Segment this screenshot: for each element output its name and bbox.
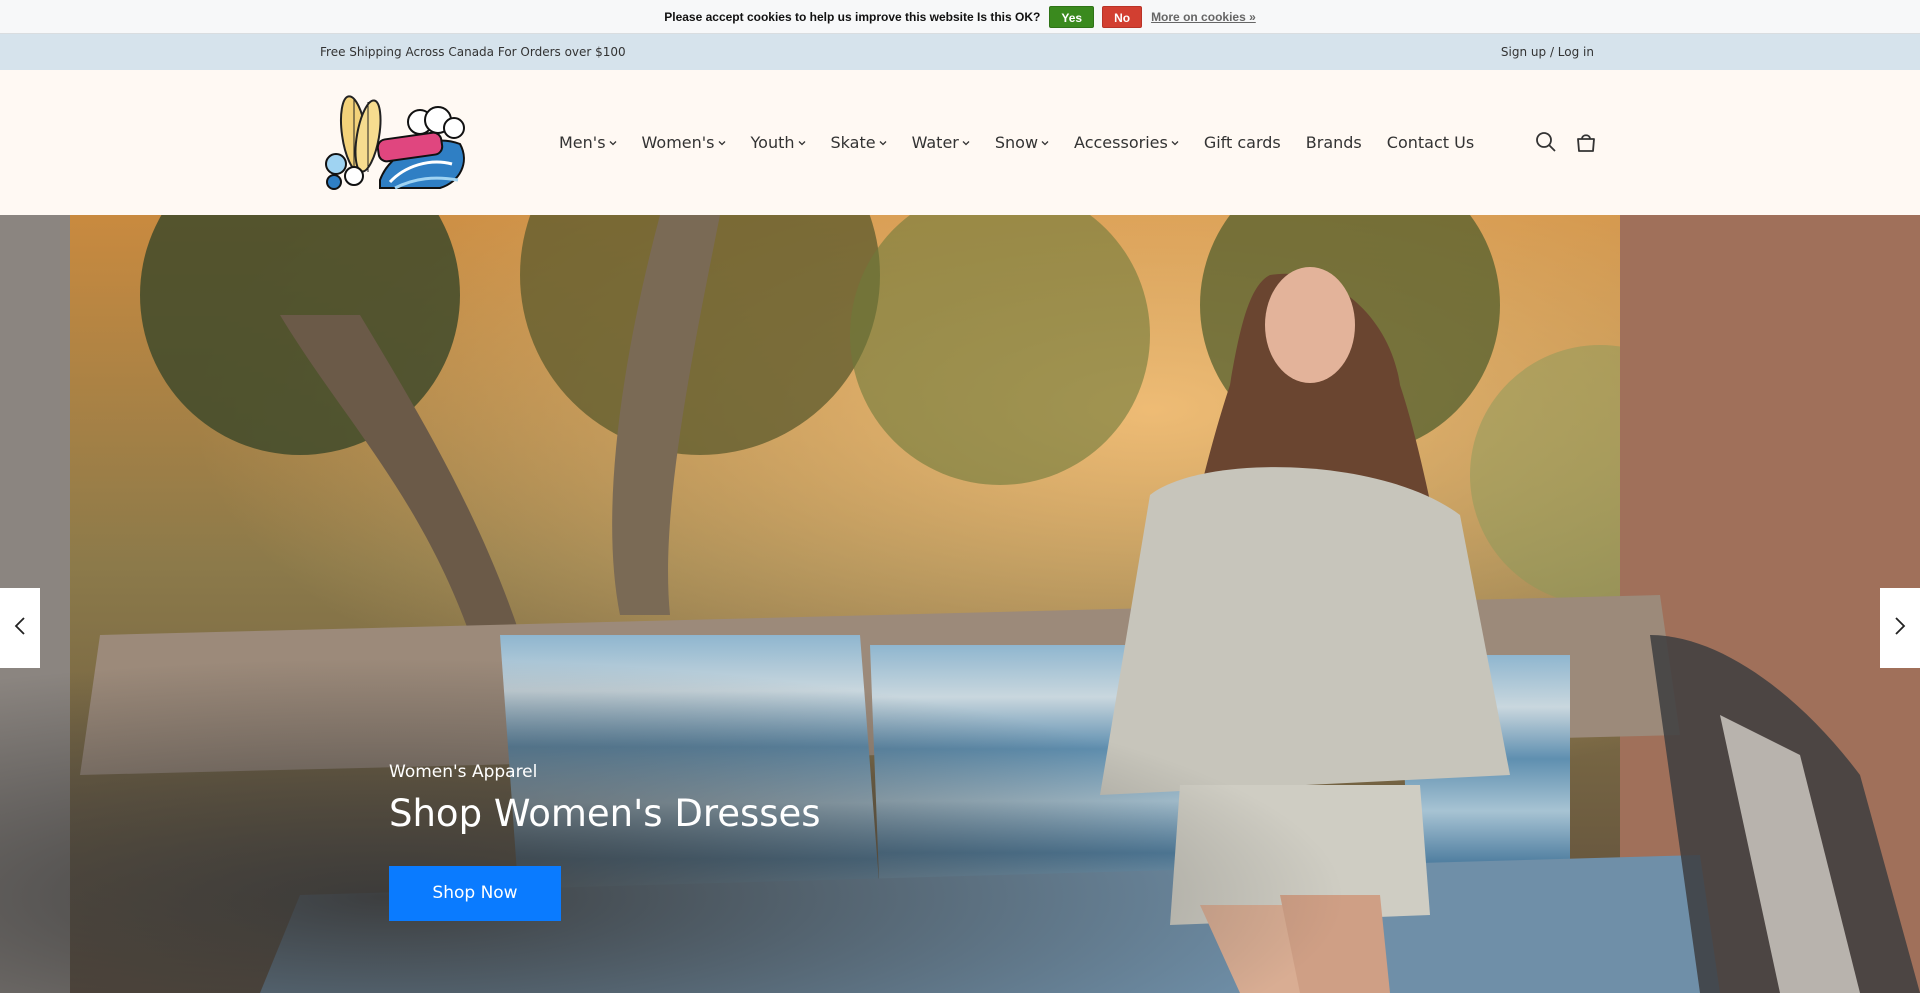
free-shipping-text: Free Shipping Across Canada For Orders o… [320, 45, 626, 59]
nav-label: Accessories [1074, 133, 1168, 152]
nav-water[interactable]: Water [912, 133, 970, 152]
account-link[interactable]: Sign up / Log in [1501, 45, 1594, 59]
nav-label: Snow [994, 133, 1039, 152]
nav-label: Contact Us [1386, 133, 1475, 152]
cookie-more-link[interactable]: More on cookies » [1151, 10, 1256, 24]
shop-now-button[interactable]: Shop Now [389, 865, 561, 921]
search-icon[interactable] [1535, 130, 1557, 154]
nav-gift-cards[interactable]: Gift cards [1204, 133, 1281, 152]
chevron-down-icon [962, 139, 970, 147]
header-actions [1535, 130, 1597, 154]
nav-accessories[interactable]: Accessories [1074, 133, 1179, 152]
slider-prev-button[interactable] [0, 588, 40, 668]
nav-label: Brands [1305, 133, 1362, 152]
main-navigation: Men's Women's Youth Skate Water Snow Acc… [559, 70, 1499, 215]
chevron-down-icon [609, 139, 617, 147]
cookie-decline-button[interactable]: No [1102, 5, 1143, 28]
nav-snow[interactable]: Snow [995, 133, 1049, 152]
cart-icon[interactable] [1575, 130, 1597, 154]
chevron-right-icon [1894, 616, 1906, 641]
cookie-accept-button[interactable]: Yes [1049, 5, 1095, 28]
hero-caption: Women's Apparel Shop Women's Dresses Sho… [389, 762, 821, 921]
nav-label: Water [911, 133, 959, 152]
nav-label: Women's [641, 133, 715, 152]
nav-label: Skate [830, 133, 876, 152]
slider-next-button[interactable] [1880, 588, 1920, 668]
cookie-message: Please accept cookies to help us improve… [664, 9, 1041, 24]
site-header: Men's Women's Youth Skate Water Snow Acc… [0, 70, 1920, 215]
chevron-down-icon [798, 139, 806, 147]
hero-title: Shop Women's Dresses [389, 792, 821, 835]
nav-contact-us[interactable]: Contact Us [1387, 133, 1474, 152]
nav-label: Youth [750, 133, 795, 152]
hero-subtitle: Women's Apparel [389, 762, 538, 782]
nav-skate[interactable]: Skate [831, 133, 887, 152]
nav-label: Men's [559, 133, 606, 152]
nav-womens[interactable]: Women's [642, 133, 726, 152]
hero-image [0, 215, 1920, 993]
chevron-down-icon [1171, 139, 1179, 147]
announcement-bar: Free Shipping Across Canada For Orders o… [0, 34, 1920, 70]
hero-slider: Women's Apparel Shop Women's Dresses Sho… [0, 215, 1920, 993]
nav-label: Gift cards [1203, 133, 1281, 152]
store-logo[interactable] [320, 92, 468, 192]
chevron-down-icon [879, 139, 887, 147]
chevron-down-icon [1041, 139, 1049, 147]
nav-mens[interactable]: Men's [559, 133, 617, 152]
nav-youth[interactable]: Youth [751, 133, 806, 152]
cookie-banner: Please accept cookies to help us improve… [0, 0, 1920, 34]
chevron-left-icon [14, 616, 26, 641]
nav-brands[interactable]: Brands [1306, 133, 1362, 152]
chevron-down-icon [718, 139, 726, 147]
